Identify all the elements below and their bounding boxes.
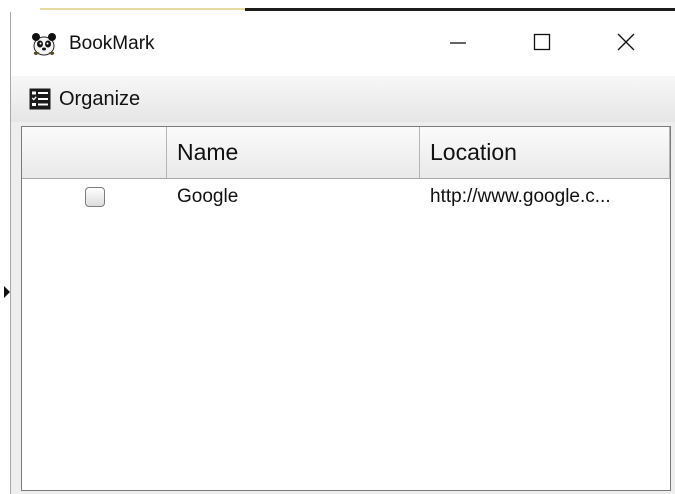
column-header-name[interactable]: Name <box>167 127 420 178</box>
table-row[interactable]: Google http://www.google.c... <box>22 179 670 215</box>
maximize-icon <box>532 32 552 57</box>
screen: BookMark Organize Name Location Google h… <box>0 0 675 494</box>
panda-icon <box>31 32 57 56</box>
desktop-edge-line <box>245 8 675 11</box>
close-button[interactable] <box>603 24 649 64</box>
column-header-select[interactable] <box>22 127 167 178</box>
minimize-button[interactable] <box>435 24 481 64</box>
close-icon <box>616 32 636 57</box>
minimize-icon <box>448 32 468 57</box>
menu-bar: Organize <box>11 76 675 122</box>
column-header-location[interactable]: Location <box>420 127 670 178</box>
window-title: BookMark <box>69 33 155 54</box>
menu-organize[interactable]: Organize <box>29 84 140 114</box>
menu-organize-label: Organize <box>59 87 141 110</box>
bookmark-table: Name Location Google http://www.google.c… <box>21 126 671 491</box>
desktop-edge-highlight <box>40 8 245 10</box>
maximize-button[interactable] <box>519 24 565 64</box>
bookmark-name[interactable]: Google <box>177 179 417 215</box>
bookmark-location[interactable]: http://www.google.c... <box>430 179 668 215</box>
bookmark-window: BookMark Organize Name Location Google h… <box>10 12 675 494</box>
checklist-icon <box>29 88 51 110</box>
title-bar[interactable]: BookMark <box>11 12 675 76</box>
row-select-cell <box>22 179 167 215</box>
row-checkbox[interactable] <box>84 187 105 207</box>
table-header: Name Location <box>22 127 670 179</box>
